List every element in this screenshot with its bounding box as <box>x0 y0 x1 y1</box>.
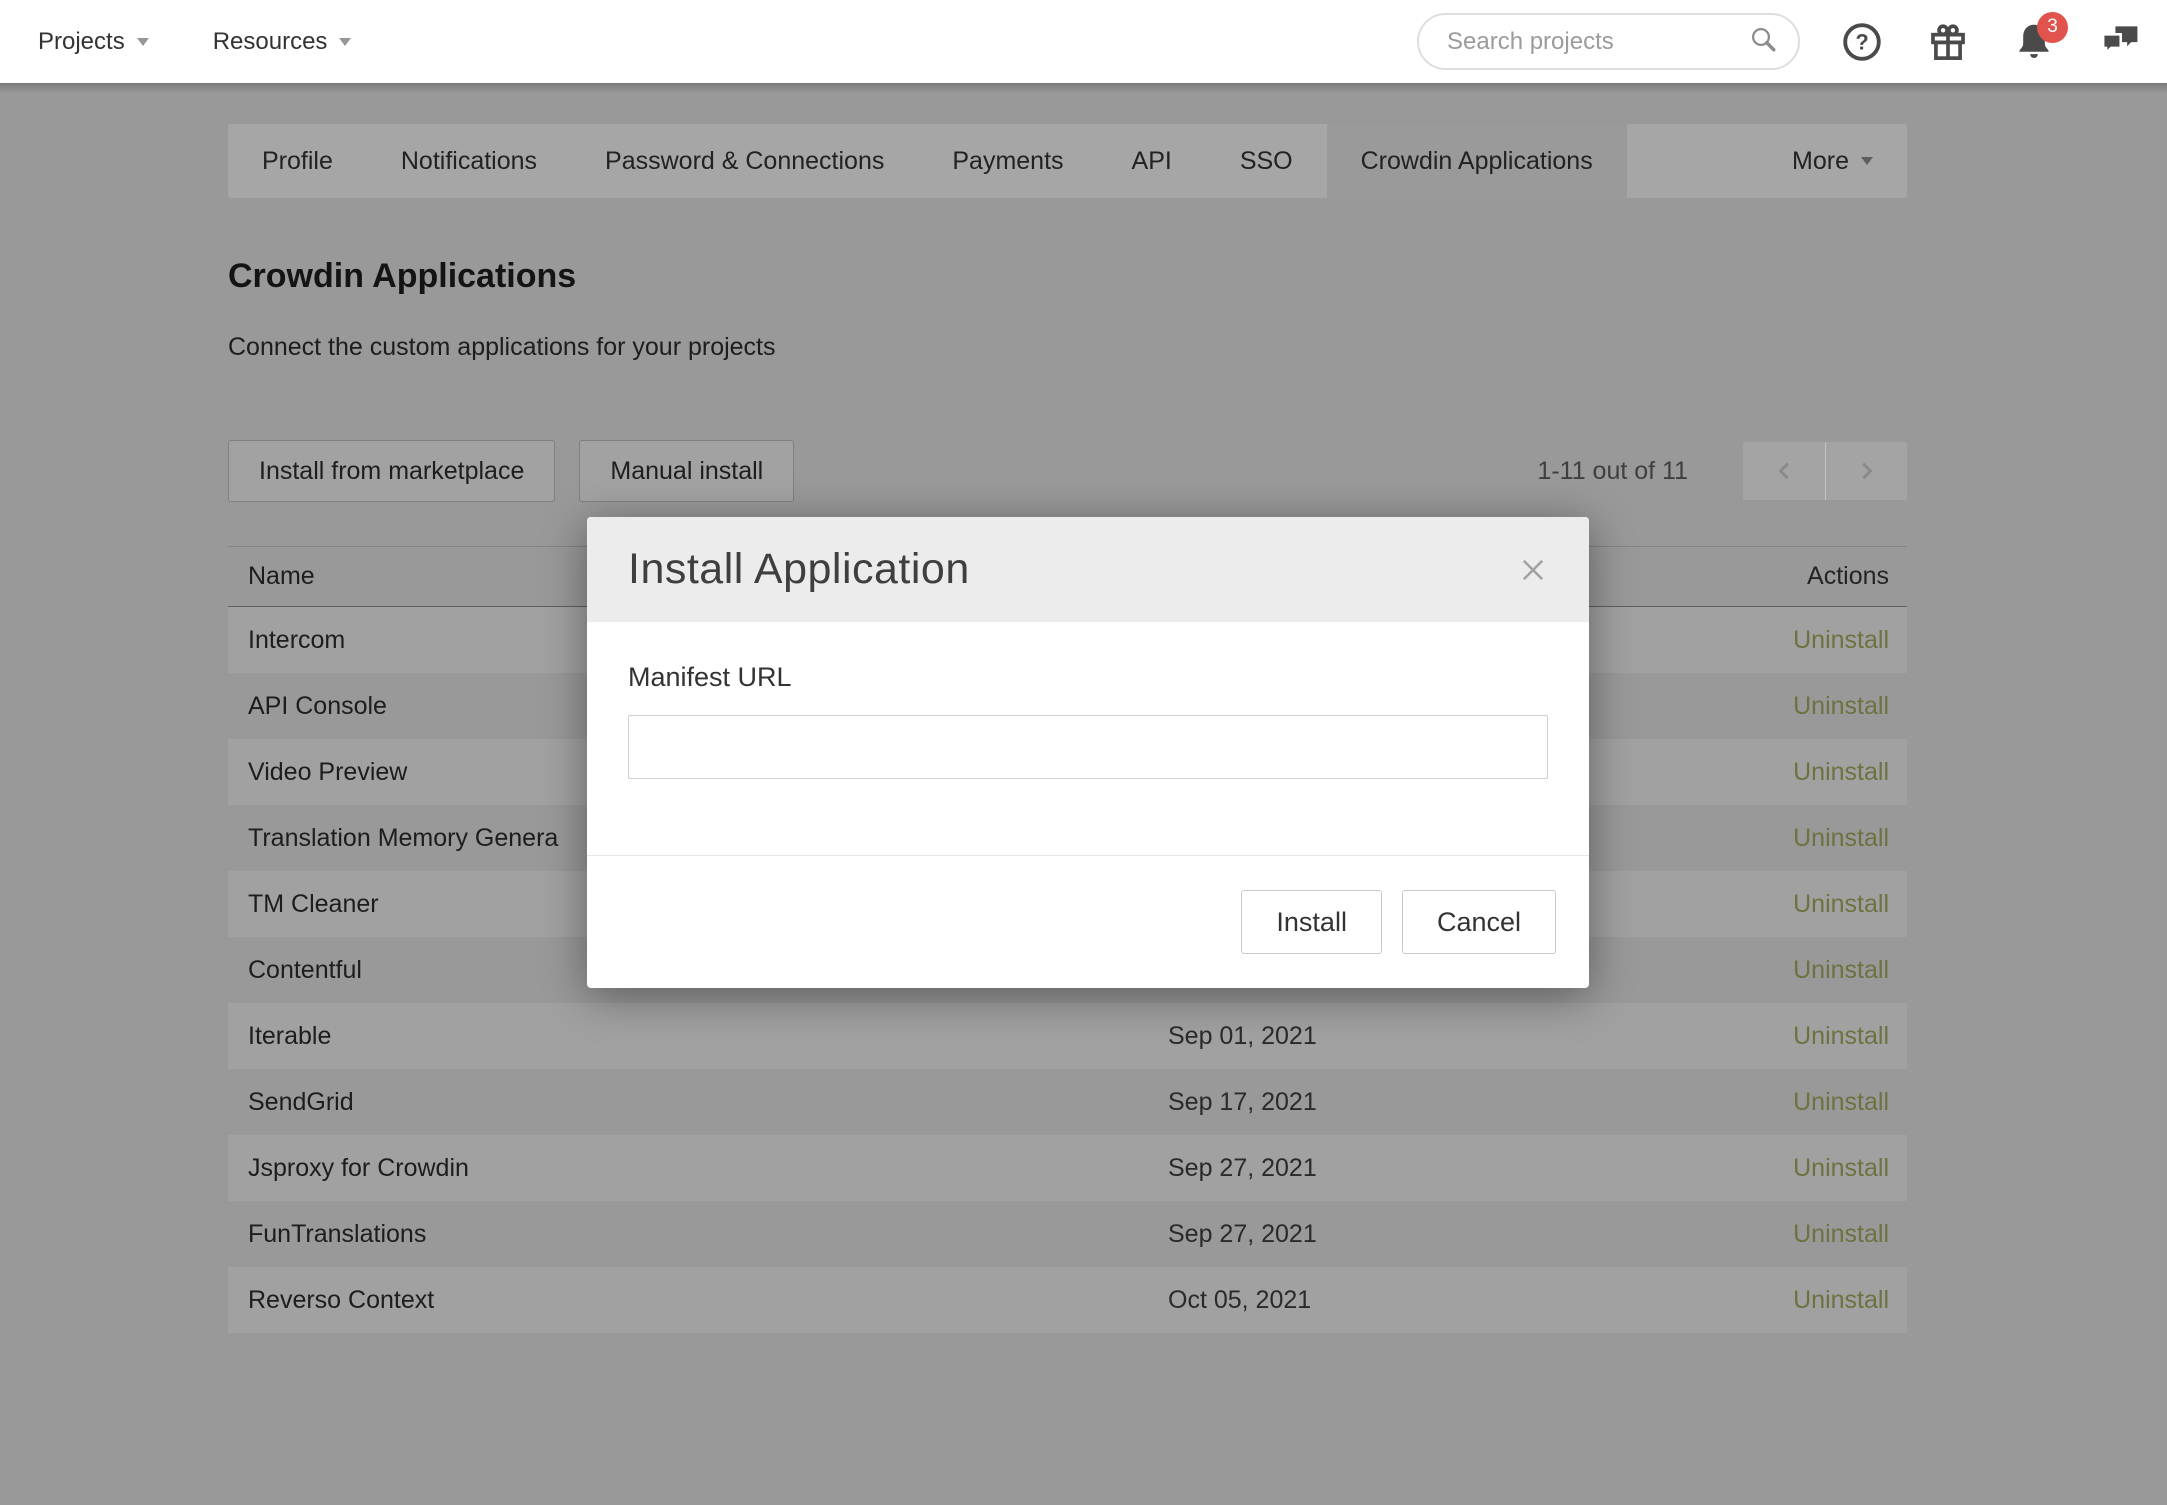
screen: Projects Resources ? <box>0 0 2167 1505</box>
projects-menu[interactable]: Projects <box>38 28 149 56</box>
tab-label: More <box>1792 147 1849 176</box>
app-name: Reverso Context <box>228 1286 1168 1315</box>
tab-label: SSO <box>1240 147 1293 176</box>
uninstall-link[interactable]: Uninstall <box>1793 1220 1889 1248</box>
table-row: Iterable Sep 01, 2021 Uninstall <box>228 1003 1907 1069</box>
modal-body: Manifest URL <box>587 622 1589 855</box>
pagination-prev-button[interactable] <box>1743 442 1825 500</box>
uninstall-link[interactable]: Uninstall <box>1793 890 1889 918</box>
notification-badge: 3 <box>2037 12 2068 43</box>
tab-password-connections[interactable]: Password & Connections <box>571 124 918 198</box>
table-row: FunTranslations Sep 27, 2021 Uninstall <box>228 1201 1907 1267</box>
search-input[interactable] <box>1445 27 1748 57</box>
pagination-next-button[interactable] <box>1825 442 1907 500</box>
manual-install-button[interactable]: Manual install <box>579 440 794 502</box>
navbar-icons: ? 3 <box>1840 20 2142 64</box>
chevron-right-icon <box>1853 457 1881 485</box>
close-icon[interactable] <box>1513 550 1553 590</box>
tab-label: Profile <box>262 147 333 176</box>
page-title: Crowdin Applications <box>228 256 1907 296</box>
table-row: SendGrid Sep 17, 2021 Uninstall <box>228 1069 1907 1135</box>
install-application-modal: Install Application Manifest URL Install… <box>587 517 1589 988</box>
app-name: FunTranslations <box>228 1220 1168 1249</box>
chat-icon[interactable] <box>2098 20 2142 64</box>
app-installed-date: Oct 05, 2021 <box>1168 1286 1647 1315</box>
chevron-down-icon <box>137 38 149 52</box>
tab-sso[interactable]: SSO <box>1206 124 1327 198</box>
uninstall-link[interactable]: Uninstall <box>1793 1286 1889 1314</box>
manifest-url-input[interactable] <box>628 715 1548 779</box>
chevron-down-icon <box>1861 157 1873 171</box>
tab-label: Crowdin Applications <box>1361 147 1593 176</box>
column-header-actions: Actions <box>1647 562 1907 591</box>
tab-crowdin-applications[interactable]: Crowdin Applications <box>1327 124 1627 198</box>
uninstall-link[interactable]: Uninstall <box>1793 1088 1889 1116</box>
projects-menu-label: Projects <box>38 28 125 56</box>
table-toolbar: Install from marketplace Manual install … <box>228 440 1907 502</box>
tab-payments[interactable]: Payments <box>918 124 1097 198</box>
tab-api[interactable]: API <box>1098 124 1206 198</box>
tab-notifications[interactable]: Notifications <box>367 124 571 198</box>
app-installed-date: Sep 27, 2021 <box>1168 1154 1647 1183</box>
uninstall-link[interactable]: Uninstall <box>1793 758 1889 786</box>
uninstall-link[interactable]: Uninstall <box>1793 1154 1889 1182</box>
app-installed-date: Sep 01, 2021 <box>1168 1022 1647 1051</box>
tab-profile[interactable]: Profile <box>228 124 367 198</box>
uninstall-link[interactable]: Uninstall <box>1793 626 1889 654</box>
pagination: 1-11 out of 11 <box>1537 442 1907 500</box>
page-subtitle: Connect the custom applications for your… <box>228 332 1907 362</box>
uninstall-link[interactable]: Uninstall <box>1793 1022 1889 1050</box>
uninstall-link[interactable]: Uninstall <box>1793 824 1889 852</box>
tab-more[interactable]: More <box>1758 124 1907 198</box>
resources-menu[interactable]: Resources <box>213 28 352 56</box>
app-installed-date: Sep 27, 2021 <box>1168 1220 1647 1249</box>
uninstall-link[interactable]: Uninstall <box>1793 692 1889 720</box>
search-icon[interactable] <box>1748 24 1778 59</box>
modal-title: Install Application <box>628 545 1513 594</box>
pagination-buttons <box>1743 442 1907 500</box>
app-name: Iterable <box>228 1022 1168 1051</box>
app-installed-date: Sep 17, 2021 <box>1168 1088 1647 1117</box>
app-name: SendGrid <box>228 1088 1168 1117</box>
manifest-url-label: Manifest URL <box>628 662 1548 693</box>
settings-tabs: Profile Notifications Password & Connectio… <box>228 124 1907 198</box>
top-navbar: Projects Resources ? <box>0 0 2167 83</box>
tab-label: Password & Connections <box>605 147 884 176</box>
modal-footer: Install Cancel <box>587 855 1589 988</box>
tab-label: API <box>1132 147 1172 176</box>
notifications-bell-icon[interactable]: 3 <box>2012 20 2056 64</box>
pagination-label: 1-11 out of 11 <box>1537 457 1688 486</box>
cancel-button[interactable]: Cancel <box>1402 890 1556 954</box>
table-row: Jsproxy for Crowdin Sep 27, 2021 Uninsta… <box>228 1135 1907 1201</box>
gift-icon[interactable] <box>1926 20 1970 64</box>
chevron-left-icon <box>1770 457 1798 485</box>
tab-label: Payments <box>952 147 1063 176</box>
resources-menu-label: Resources <box>213 28 328 56</box>
install-button[interactable]: Install <box>1241 890 1382 954</box>
search-box <box>1417 13 1800 70</box>
tab-label: Notifications <box>401 147 537 176</box>
table-row: Reverso Context Oct 05, 2021 Uninstall <box>228 1267 1907 1333</box>
help-icon[interactable]: ? <box>1840 20 1884 64</box>
install-from-marketplace-button[interactable]: Install from marketplace <box>228 440 555 502</box>
modal-header: Install Application <box>587 517 1589 622</box>
svg-text:?: ? <box>1855 29 1868 54</box>
uninstall-link[interactable]: Uninstall <box>1793 956 1889 984</box>
app-name: Jsproxy for Crowdin <box>228 1154 1168 1183</box>
chevron-down-icon <box>339 38 351 52</box>
